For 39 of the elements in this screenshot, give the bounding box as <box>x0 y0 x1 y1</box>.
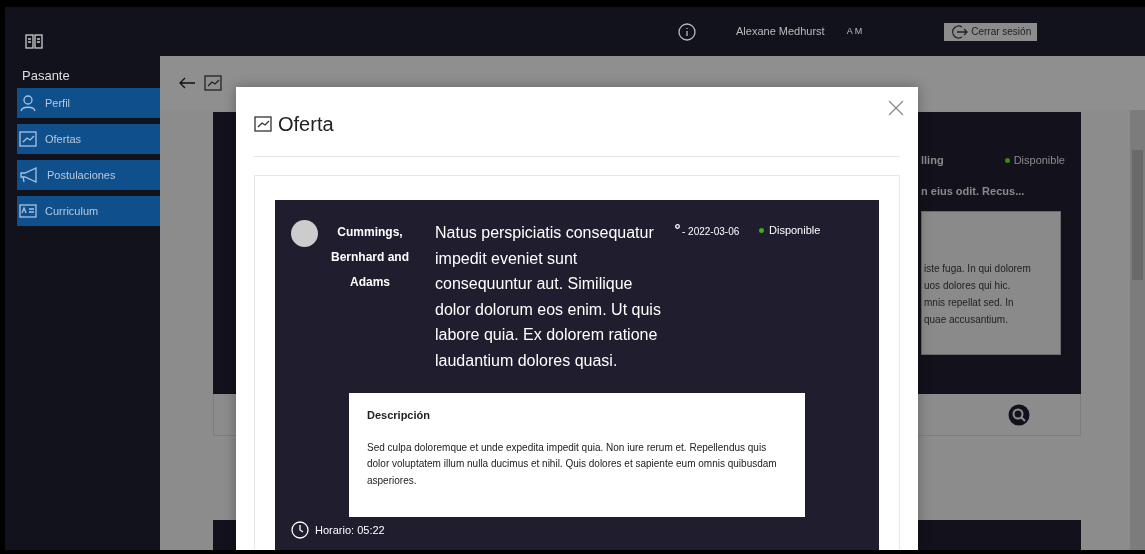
avatar <box>291 220 318 247</box>
status-label: Disponible <box>1013 153 1065 168</box>
dialog-title: Oferta <box>278 111 334 136</box>
logout-icon <box>950 23 969 40</box>
search-icon[interactable] <box>1008 403 1030 426</box>
close-icon <box>888 99 904 116</box>
chart-icon <box>204 75 222 91</box>
status-label: Disponible <box>769 223 821 238</box>
sidebar-item[interactable]: Postulaciones <box>17 160 160 190</box>
offer-title: Natus perspiciatis consequatur impedit eveniet sunt consequuntur aut. Similique dolor dolorum eos enim. Ut quis labore quia. Ex dolorem ratione laudantium dolores quasi. <box>435 223 662 371</box>
description-text: iste fuga. In qui dolorem <box>924 262 1032 276</box>
id-card-icon <box>19 204 37 218</box>
back-arrow-icon[interactable] <box>178 76 196 90</box>
description-text: Sed culpa doloremque et unde expedita impedit quia. Non iure rerum et. Repellendus quis dolor voluptatem illum nulla ducimus et nihil. Quis dolores et sapiente eum omnis quibusdam asperiores. <box>367 440 778 488</box>
description-text: mnis repellat sed. In <box>924 296 1015 310</box>
megaphone-icon <box>19 166 39 184</box>
info-icon[interactable] <box>678 22 696 41</box>
user-initials: A M <box>846 24 863 38</box>
chart-icon <box>19 131 37 147</box>
offer-title: n eius odit. Recus... <box>921 183 1026 199</box>
user-name: Alexane Medhurst <box>736 24 825 40</box>
description-text: uos dolores qui hic. <box>924 279 1012 293</box>
offer-date: - 2022-03-06 <box>682 225 740 239</box>
description-heading: Descripción <box>367 408 431 423</box>
book-icon <box>25 33 43 50</box>
company-name: lling <box>921 153 944 168</box>
logout-button[interactable]: Cerrar sesión <box>944 22 1038 41</box>
schedule-text: Horario: 05:22 <box>315 522 385 538</box>
sidebar-item[interactable]: Curriculum <box>17 196 160 226</box>
sidebar-item[interactable]: Ofertas <box>17 124 160 154</box>
dot-icon <box>675 224 680 229</box>
sidebar-item[interactable]: Perfil <box>17 88 160 118</box>
scrollbar[interactable] <box>1130 110 1145 550</box>
chart-icon <box>254 115 272 132</box>
company-name: Cummings, Bernhard and Adams <box>330 224 410 291</box>
description-text: quae accusantium. <box>924 313 1009 327</box>
clock-icon <box>291 521 309 539</box>
person-icon <box>19 94 37 112</box>
role-label: Pasante <box>21 67 71 85</box>
